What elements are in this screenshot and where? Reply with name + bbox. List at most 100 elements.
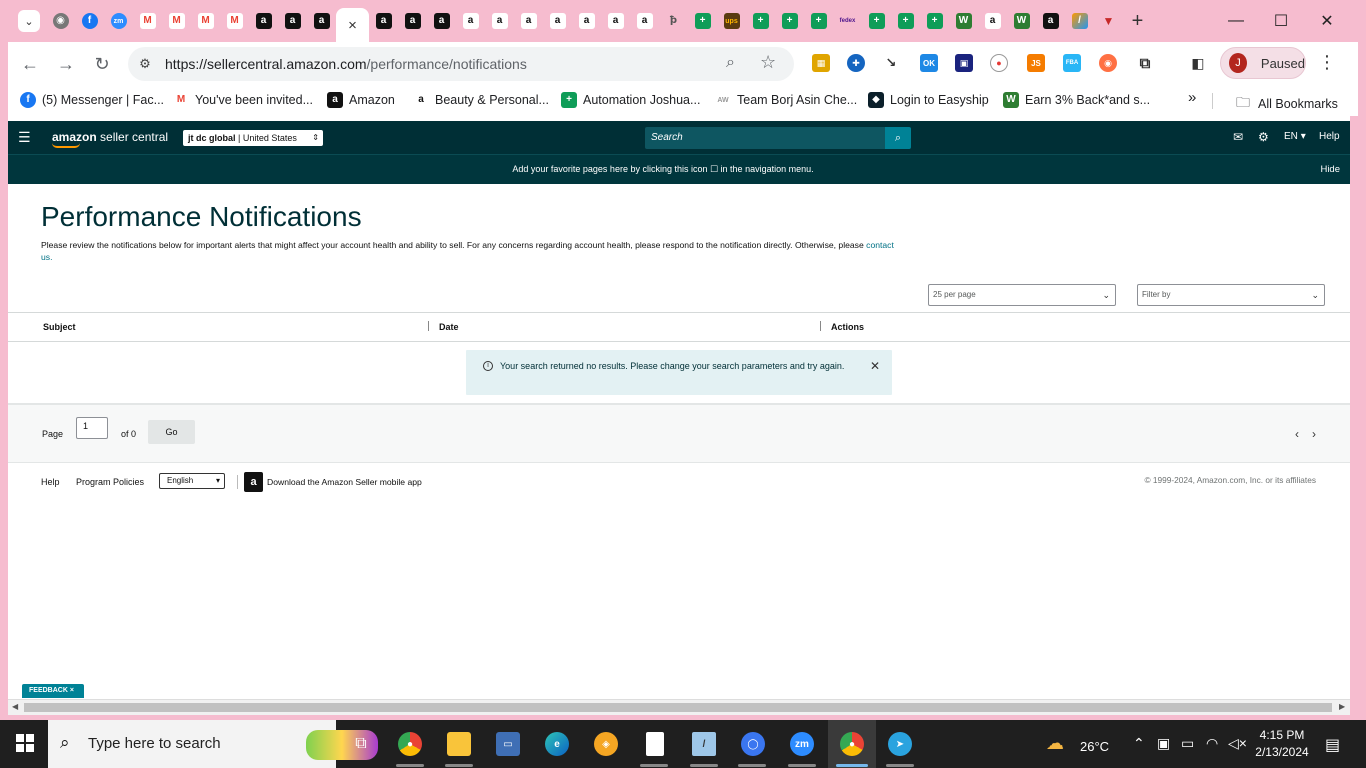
scrollbar-thumb[interactable] (24, 703, 1332, 712)
tab[interactable]: a (427, 8, 456, 34)
bookmark-amazon[interactable]: a Amazon (327, 92, 395, 108)
search-input[interactable]: Search (645, 127, 885, 149)
tab[interactable]: W (1007, 8, 1036, 34)
footer-language-select[interactable]: English ▾ (159, 473, 225, 489)
close-alert-icon[interactable]: ✕ (870, 359, 880, 373)
back-button[interactable]: ← (18, 52, 42, 76)
tab[interactable]: a (278, 8, 307, 34)
tab[interactable]: a (543, 8, 572, 34)
forward-button[interactable]: → (54, 52, 78, 76)
tab[interactable]: ꝥ (659, 8, 688, 34)
tab[interactable]: + (920, 8, 949, 34)
tab[interactable]: a (485, 8, 514, 34)
tab[interactable]: zm (104, 8, 133, 34)
tab[interactable]: a (1036, 8, 1065, 34)
tab[interactable]: ▼ (1094, 8, 1123, 34)
chevron-up-icon[interactable]: ⌃ (1133, 735, 1145, 752)
taskbar-edge[interactable]: e (541, 728, 573, 760)
taskbar-file-explorer[interactable] (443, 728, 475, 760)
pokeball-icon[interactable]: ● (990, 54, 1008, 72)
column-header-date[interactable]: Date (439, 322, 459, 332)
tab-search-button[interactable]: ⌄ (18, 10, 40, 32)
gear-icon[interactable]: ⚙ (1258, 130, 1269, 144)
ok-extension-icon[interactable]: OK (920, 54, 938, 72)
temperature[interactable]: 26°C (1080, 739, 1109, 754)
bookmark-automation[interactable]: + Automation Joshua... (561, 92, 700, 108)
column-header-subject[interactable]: Subject (43, 322, 76, 332)
fba-extension-icon[interactable]: FBA (1063, 54, 1081, 72)
tab[interactable]: a (369, 8, 398, 34)
reload-button[interactable]: ↻ (90, 52, 114, 76)
scroll-right-icon[interactable]: ▶ (1339, 702, 1345, 711)
tab[interactable]: + (746, 8, 775, 34)
scroll-left-icon[interactable]: ◀ (12, 702, 18, 711)
window-minimize-button[interactable]: — (1213, 6, 1259, 36)
tab[interactable]: + (891, 8, 920, 34)
language-selector[interactable]: EN ▾ (1284, 131, 1306, 142)
taskbar-chrome-active[interactable]: ● (836, 728, 868, 760)
tab[interactable]: a (398, 8, 427, 34)
taskbar-notepad[interactable] (639, 728, 671, 760)
tab[interactable]: / (1065, 8, 1094, 34)
side-panel-icon[interactable]: ◧ (1189, 54, 1207, 72)
weather-icon[interactable]: ☁ (1046, 733, 1064, 754)
extension-icon[interactable]: ▣ (955, 54, 973, 72)
more-menu-icon[interactable]: ⋮ (1318, 52, 1336, 73)
site-settings-icon[interactable]: ⚙ (136, 55, 154, 73)
bookmark-beauty[interactable]: a Beauty & Personal... (413, 92, 549, 108)
active-tab-close-button[interactable]: × (336, 8, 369, 42)
bookmark-messenger[interactable]: f (5) Messenger | Fac... (20, 92, 164, 108)
tab[interactable]: a (572, 8, 601, 34)
go-button[interactable]: Go (148, 420, 195, 444)
taskbar-chrome[interactable]: ● (394, 728, 426, 760)
extension-icon[interactable]: ◉ (1099, 54, 1117, 72)
previous-page-icon[interactable]: ‹ (1295, 427, 1299, 441)
bookmarks-overflow-button[interactable]: » (1188, 89, 1196, 106)
amazon-app-icon[interactable]: a (244, 472, 263, 492)
filter-select[interactable]: Filter by ⌄ (1137, 284, 1325, 306)
tab[interactable]: + (688, 8, 717, 34)
horizontal-scrollbar[interactable]: ◀ ▶ (8, 699, 1350, 715)
window-close-button[interactable]: ✕ (1304, 6, 1350, 36)
taskbar-clock[interactable]: 4:15 PM 2/13/2024 (1246, 727, 1318, 761)
tab[interactable]: M (191, 8, 220, 34)
new-tab-button[interactable]: + (1123, 8, 1152, 34)
feedback-tab[interactable]: FEEDBACK × (22, 684, 84, 698)
tab[interactable]: a (249, 8, 278, 34)
tab[interactable]: M (133, 8, 162, 34)
taskbar-editor[interactable]: / (688, 728, 720, 760)
seller-central-logo[interactable]: amazon seller central (52, 130, 168, 144)
footer-help-link[interactable]: Help (41, 477, 60, 487)
task-view-icon[interactable]: ⧉ (345, 728, 377, 760)
mail-icon[interactable]: ✉ (1233, 130, 1243, 144)
cursor-extension-icon[interactable]: ↘ (882, 54, 900, 72)
taskbar-telegram[interactable]: ➤ (884, 728, 916, 760)
extension-icon[interactable]: ▦ (812, 54, 830, 72)
tab[interactable]: a (978, 8, 1007, 34)
address-bar[interactable]: ⚙ https://sellercentral.amazon.com/perfo… (128, 47, 794, 81)
tab[interactable]: f (75, 8, 104, 34)
account-switcher[interactable]: jt dc global | United States ⇕ (183, 130, 323, 146)
profile-button[interactable]: J Paused (1220, 47, 1306, 79)
taskbar-zoom[interactable]: zm (786, 728, 818, 760)
tab[interactable]: a (456, 8, 485, 34)
tab[interactable]: ups (717, 8, 746, 34)
bookmark-earn[interactable]: W Earn 3% Back*and s... (1003, 92, 1150, 108)
download-app-link[interactable]: Download the Amazon Seller mobile app (267, 477, 422, 487)
tab[interactable]: fedex (833, 8, 862, 34)
per-page-select[interactable]: 25 per page ⌄ (928, 284, 1116, 306)
meet-icon[interactable]: ▣ (1157, 735, 1170, 752)
tab[interactable]: a (601, 8, 630, 34)
tab[interactable]: M (220, 8, 249, 34)
bookmark-team-borj[interactable]: AW Team Borj Asin Che... (715, 92, 857, 108)
tab[interactable]: M (162, 8, 191, 34)
all-bookmarks-button[interactable]: 🗀 All Bookmarks (1236, 92, 1338, 116)
bookmark-easyship[interactable]: ◆ Login to Easyship (868, 92, 989, 108)
program-policies-link[interactable]: Program Policies (76, 477, 144, 487)
page-number-input[interactable]: 1 (76, 417, 108, 439)
tab[interactable]: a (307, 8, 336, 34)
taskbar-search[interactable]: ⌕ Type here to search (48, 720, 378, 768)
battery-icon[interactable]: ▭ (1181, 735, 1194, 752)
tab[interactable]: W (949, 8, 978, 34)
hide-banner-button[interactable]: Hide (1320, 164, 1340, 175)
